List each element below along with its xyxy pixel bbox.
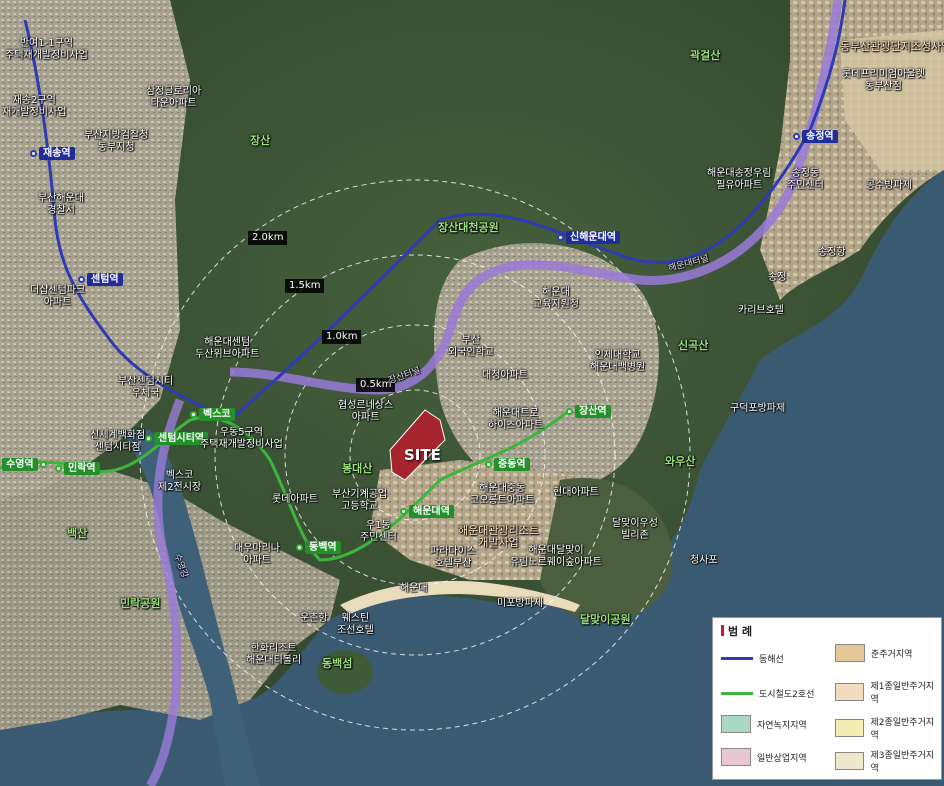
station-jungdong: 중동역	[485, 458, 530, 471]
station-dongbaek: 동백역	[296, 541, 341, 554]
place-label: 부산 외국인학교	[448, 335, 494, 358]
place-label: 롯데프리미엄아울렛 동부산점	[842, 69, 925, 92]
place-label: 부산기계공업 고등학교	[332, 489, 388, 512]
legend-item-semi-residential: 준주거지역	[835, 644, 912, 662]
zone-swatch-icon	[721, 715, 751, 733]
place-label: 웨스틴 조선호텔	[337, 613, 374, 636]
place-label: 더샵센텀파크 아파트	[30, 285, 86, 308]
place-label: 달맞이우성 빌리존	[612, 518, 658, 541]
zone-swatch-icon	[835, 644, 865, 662]
place-label: 반여1-1구역 주택재개발정비사업	[5, 38, 88, 61]
station-dot-icon	[190, 411, 197, 418]
zone-swatch-icon	[835, 719, 865, 737]
station-millak: 민락역	[55, 462, 100, 475]
line-swatch-icon	[721, 657, 753, 660]
place-label: 운촌항	[300, 613, 328, 624]
place-label: 부산해운대 경찰서	[38, 193, 84, 216]
station-dot-icon	[39, 461, 47, 468]
mountain-label: 곽걸산	[690, 49, 721, 62]
place-label: 구덕포방파제	[730, 403, 786, 414]
mountain-label: 장산	[250, 134, 271, 147]
place-label: 청사포	[690, 555, 718, 566]
zone-swatch-icon	[835, 752, 865, 770]
mountain-label: 봉대산	[342, 462, 373, 475]
place-label: 롯데아파트	[272, 494, 318, 505]
legend-title: 범 례	[721, 623, 752, 639]
park-label: 민락공원	[120, 597, 161, 610]
place-label: 벡스코 제2전시장	[158, 470, 202, 493]
station-jaesong: 재송역	[30, 147, 75, 160]
mountain-label: 백산	[67, 527, 88, 540]
place-label: 부산지방검찰청 동부지청	[84, 130, 149, 153]
place-label: 해운대송정우림 필유아파트	[707, 168, 772, 191]
ring-label-2.0km: 2.0km	[248, 231, 288, 245]
place-label: 인제대학교 해운대백병원	[590, 350, 646, 373]
station-dot-icon	[78, 276, 85, 283]
place-label: 한화리조트 해운대티볼리	[246, 643, 302, 666]
place-label: 송정동 주민센터	[787, 168, 824, 191]
place-label: 삼정글로리아 타운아파트	[146, 86, 202, 109]
station-dot-icon	[485, 461, 492, 468]
station-dot-icon	[55, 465, 62, 472]
station-haeundae: 해운대역	[400, 505, 454, 518]
place-label: 파라다이스 호텔부산	[430, 546, 476, 569]
place-label: 현대아파트	[553, 487, 599, 498]
place-label: 동부산관광단지조성사업	[840, 40, 944, 53]
zone-swatch-icon	[721, 748, 751, 766]
station-new-haeundae: 신해운대역	[557, 231, 620, 244]
legend-title-bar	[721, 625, 724, 636]
mountain-label: 신곡산	[678, 339, 709, 352]
site-label: SITE	[404, 446, 441, 464]
place-label: 해운대 교육지원청	[533, 287, 579, 310]
legend-item-natural-green: 자연녹지지역	[721, 715, 807, 733]
place-label: 해운대중동 코오롱트아파트	[470, 483, 535, 506]
zone-swatch-icon	[835, 683, 865, 701]
place-label: 대우마리나 아파트	[234, 543, 280, 566]
park-label: 달맞이공원	[580, 613, 631, 626]
legend-item-donghae-line: 동해선	[721, 652, 784, 665]
place-label: 카리브호텔	[738, 305, 784, 316]
place-label: 해운대트로 하이츠아파트	[488, 408, 544, 431]
legend-item-residential-1: 제1종일반주거지역	[835, 679, 941, 705]
place-label: 공수방파제	[866, 180, 912, 191]
station-jangsan: 장산역	[566, 405, 611, 418]
place-label: 송정	[768, 272, 787, 283]
place-label: 재송2구역 재개발정비사업	[2, 95, 67, 118]
park-label: 장산대천공원	[438, 221, 499, 234]
legend-item-residential-2: 제2종일반주거지역	[835, 715, 941, 741]
station-dot-icon	[145, 435, 152, 442]
place-label: 송정항	[818, 247, 846, 258]
station-dot-icon	[30, 150, 37, 157]
legend-item-residential-3: 제3종일반주거지역	[835, 748, 941, 774]
station-suyeong: 수영역	[2, 458, 47, 471]
legend-item-general-commercial: 일반상업지역	[721, 748, 807, 766]
station-dot-icon	[400, 508, 407, 515]
station-bexco: 벡스코	[190, 408, 235, 421]
legend: 범 례 동해선 준주거지역 도시철도2호선 제1종일반주거지역 자연녹지지역 제…	[712, 617, 942, 780]
station-dot-icon	[566, 408, 573, 415]
place-label: 우동5구역 주택재개발정비사업	[200, 427, 283, 450]
ring-label-1.0km: 1.0km	[322, 330, 362, 344]
station-dot-icon	[296, 544, 303, 551]
station-centum-city: 센텀시티역	[145, 432, 208, 445]
park-label: 동백섬	[322, 657, 353, 670]
place-label: 해운대	[400, 583, 428, 594]
place-label: 미포방파제	[497, 598, 543, 609]
station-songjeong: 송정역	[793, 130, 838, 143]
station-dot-icon	[557, 234, 564, 241]
station-dot-icon	[793, 133, 800, 140]
place-label: 신세계백화점 센텀시티점	[90, 430, 146, 453]
place-label: 우1동 주민센터	[360, 520, 397, 543]
site-location-map: SITE 0.5km 1.0km 1.5km 2.0km 장산 곽걸산 신곡산 …	[0, 0, 944, 786]
place-label: 협성르네상스 아파트	[338, 400, 394, 423]
place-label: 대청아파트	[482, 370, 528, 381]
place-label: 부산센텀시티 우체국	[118, 376, 174, 399]
place-label: 해운대센텀 두산위브아파트	[195, 337, 260, 360]
line-swatch-icon	[721, 692, 753, 695]
place-label: 해운대달맞이 유림노르웨이숲아파트	[510, 545, 602, 568]
legend-item-subway-line2: 도시철도2호선	[721, 687, 814, 700]
ring-label-1.5km: 1.5km	[285, 279, 325, 293]
mountain-label: 와우산	[665, 455, 696, 468]
